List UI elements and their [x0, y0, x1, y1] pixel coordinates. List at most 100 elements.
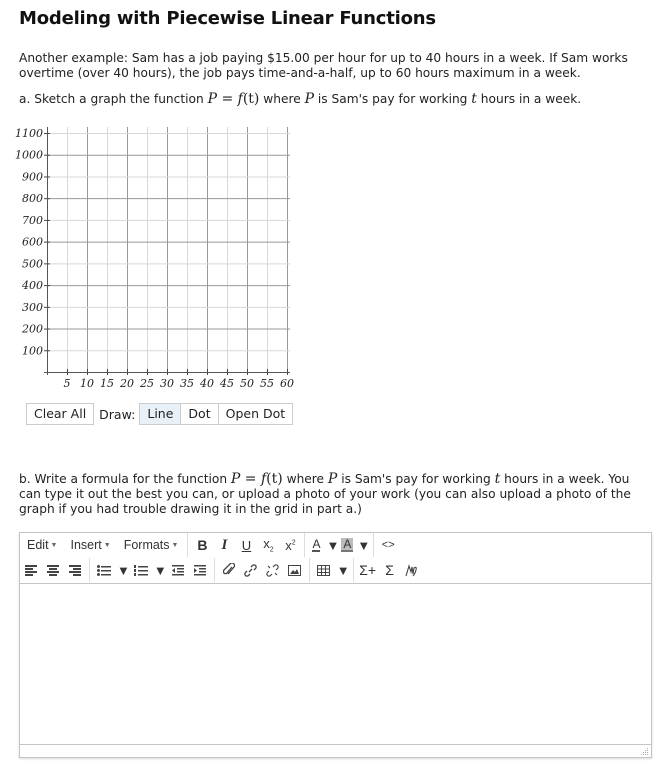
editor-status-bar	[20, 744, 651, 757]
y-tick-label: 800	[22, 192, 43, 205]
menu-edit[interactable]: Edit ▼	[20, 538, 63, 552]
numbered-list-dropdown[interactable]: ▼	[154, 559, 167, 581]
paperclip-icon	[222, 563, 235, 575]
rich-text-editor: Edit ▼ Insert ▼ Formats ▼ B I U x2 x2 A ▼ A…	[19, 532, 652, 758]
menu-formats[interactable]: Formats ▼	[117, 538, 185, 552]
indent-button[interactable]	[189, 559, 211, 581]
toolbar-divider	[213, 558, 215, 582]
draw-line-button[interactable]: Line	[139, 403, 182, 425]
clear-all-button[interactable]: Clear All	[26, 403, 95, 425]
intro-line-2: overtime (over 40 hours), the job pays t…	[19, 66, 581, 80]
resize-handle-icon[interactable]	[641, 748, 649, 756]
background-color-button[interactable]: A	[339, 534, 355, 556]
part-a-prompt: a. Sketch a graph the function P = f(t) …	[19, 92, 659, 107]
table-button[interactable]	[313, 559, 335, 581]
attach-button[interactable]	[218, 559, 240, 581]
bold-button[interactable]: B	[191, 534, 213, 556]
background-color-dropdown[interactable]: ▼	[357, 534, 370, 556]
handwriting-button[interactable]	[401, 559, 423, 581]
align-center-button[interactable]	[42, 559, 64, 581]
text-color-button[interactable]: A	[308, 534, 324, 556]
table-dropdown[interactable]: ▼	[337, 559, 350, 581]
draw-label: Draw:	[99, 406, 136, 422]
x-tick-label: 50	[240, 377, 254, 390]
sum-button[interactable]: Σ	[379, 559, 401, 581]
source-code-button[interactable]: <>	[377, 534, 399, 556]
align-left-button[interactable]	[20, 559, 42, 581]
grid-lines	[47, 127, 290, 372]
part-a-text: where	[259, 92, 305, 106]
x-tick-label: 45	[219, 377, 234, 390]
toolbar-divider	[308, 558, 310, 582]
subscript-button[interactable]: x2	[257, 534, 279, 556]
page-title: Modeling with Piecewise Linear Functions	[19, 8, 436, 29]
bullet-list-icon	[97, 564, 111, 576]
part-a-text: is Sam's pay for working	[314, 92, 472, 106]
part-a-text: hours in a week.	[476, 92, 582, 106]
part-a-text: a. Sketch a graph the function	[19, 92, 208, 106]
caret-down-icon: ▼	[103, 542, 111, 549]
editor-content-area[interactable]	[20, 584, 651, 744]
image-icon	[288, 564, 302, 576]
math-P: P	[207, 91, 218, 107]
y-tick-label: 900	[22, 170, 43, 183]
toolbar-divider	[304, 533, 306, 557]
subscript-icon: x2	[263, 536, 274, 554]
x-tick-label: 10	[80, 377, 94, 390]
y-tick-label: 1100	[15, 127, 43, 140]
math-P: P	[230, 471, 241, 487]
y-tick-label: 400	[21, 279, 43, 292]
math-t-paren: (t)	[242, 91, 260, 107]
bullet-list-dropdown[interactable]: ▼	[117, 559, 130, 581]
toolbar-divider	[187, 533, 189, 557]
x-tick-label: 30	[160, 377, 174, 390]
numbered-list-icon	[133, 564, 148, 576]
part-b-text: is Sam's pay for working	[337, 472, 495, 486]
menu-insert[interactable]: Insert ▼	[63, 538, 116, 552]
x-tick-label: 55	[260, 377, 274, 390]
unlink-icon	[266, 563, 279, 577]
menu-edit-label: Edit	[27, 538, 49, 552]
draw-dot-button[interactable]: Dot	[181, 403, 219, 425]
math-eq: =	[240, 471, 261, 487]
table-icon	[317, 564, 331, 576]
part-b-prompt: b. Write a formula for the function P = …	[19, 472, 651, 517]
x-tick-labels: 5 10 15 20 25 30 35 40 45 50 55 60	[64, 377, 295, 390]
drawing-grid[interactable]: 100 200 300 400 500 600 700 800 900 1000 1100 5 10 1…	[0, 120, 300, 392]
part-b-text: where	[282, 472, 328, 486]
text-color-icon: A	[312, 537, 321, 552]
link-button[interactable]	[240, 559, 262, 581]
x-tick-label: 20	[119, 377, 134, 390]
unlink-button[interactable]	[262, 559, 284, 581]
editor-toolbar-row-2: ▼ ▼ ▼ Σ+ Σ	[20, 557, 651, 584]
problem-intro: Another example: Sam has a job paying $1…	[19, 51, 659, 81]
y-tick-label: 200	[21, 323, 43, 336]
y-tick-label: 700	[22, 214, 43, 227]
underline-button[interactable]: U	[235, 534, 257, 556]
math-P: P	[327, 471, 338, 487]
text-color-dropdown[interactable]: ▼	[326, 534, 339, 556]
image-button[interactable]	[284, 559, 306, 581]
background-color-icon: A	[341, 537, 354, 552]
math-P: P	[304, 91, 315, 107]
y-tick-label: 1000	[15, 149, 43, 162]
y-tick-label: 300	[22, 301, 43, 314]
outdent-button[interactable]	[167, 559, 189, 581]
x-tick-label: 60	[280, 377, 294, 390]
align-right-button[interactable]	[64, 559, 86, 581]
indent-icon	[193, 564, 206, 575]
outdent-icon	[171, 564, 184, 575]
x-tick-label: 40	[199, 377, 214, 390]
draw-open-dot-button[interactable]: Open Dot	[218, 403, 294, 425]
align-center-icon	[47, 564, 59, 576]
superscript-button[interactable]: x2	[279, 534, 301, 556]
insert-equation-button[interactable]: Σ+	[357, 559, 379, 581]
bullet-list-button[interactable]	[93, 559, 115, 581]
toolbar-divider	[89, 558, 90, 582]
graph-controls: Clear All Draw: Line Dot Open Dot	[26, 403, 294, 425]
y-tick-labels: 100 200 300 400 500 600 700 800 900 1000 1100	[15, 127, 43, 357]
math-eq: =	[217, 91, 238, 107]
y-tick-label: 500	[22, 257, 43, 270]
numbered-list-button[interactable]	[130, 559, 152, 581]
italic-button[interactable]: I	[213, 534, 235, 556]
